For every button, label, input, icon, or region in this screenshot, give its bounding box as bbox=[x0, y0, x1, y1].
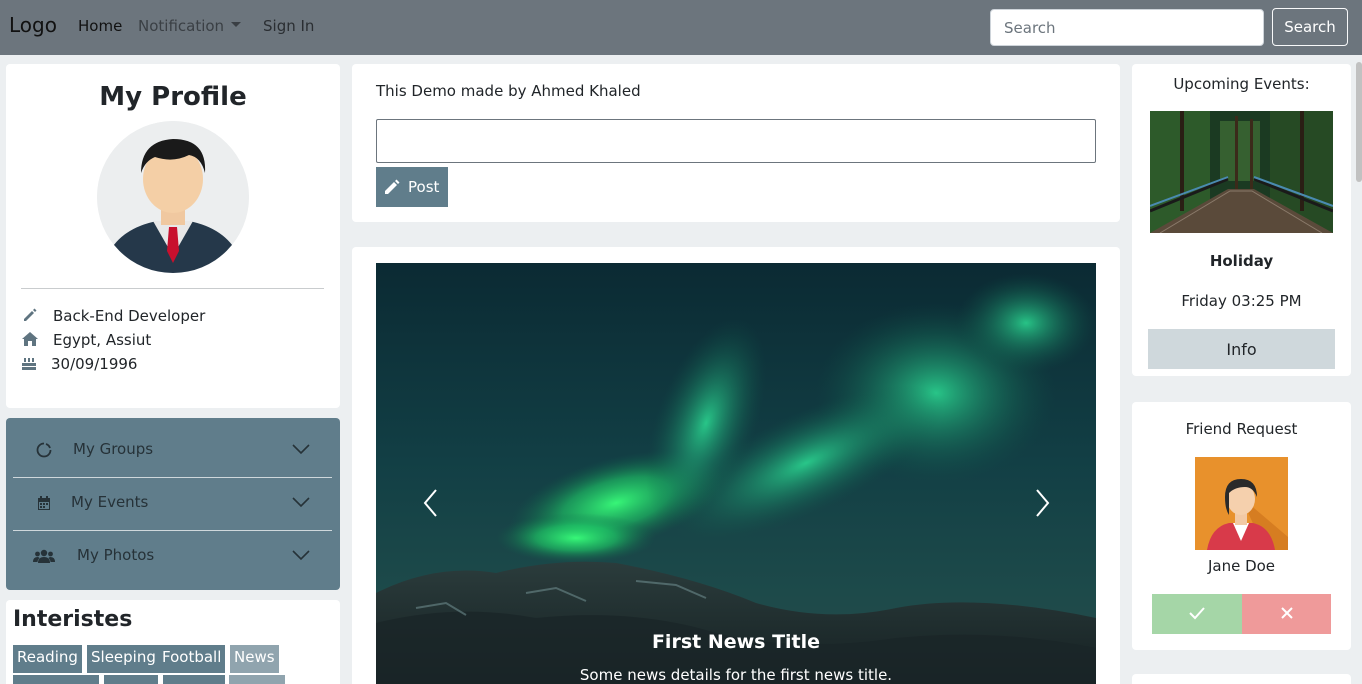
interest-tag-overflow[interactable] bbox=[104, 675, 158, 684]
demo-credit-text: This Demo made by Ahmed Khaled bbox=[376, 82, 641, 100]
interest-tag-overflow[interactable] bbox=[13, 675, 99, 684]
event-info-button[interactable]: Info bbox=[1148, 329, 1335, 369]
profile-birthday-row: 30/09/1996 bbox=[21, 355, 137, 373]
event-image bbox=[1150, 111, 1333, 233]
upcoming-events-title: Upcoming Events: bbox=[1173, 75, 1310, 93]
news-carousel-card: First News Title Some news details for t… bbox=[352, 247, 1120, 684]
birthday-cake-icon bbox=[22, 358, 36, 370]
interest-tag-overflow[interactable] bbox=[229, 675, 285, 684]
friend-avatar bbox=[1195, 457, 1288, 550]
pencil-icon bbox=[385, 179, 400, 194]
profile-job-row: Back-End Developer bbox=[21, 307, 205, 325]
interests-title: Interistes bbox=[13, 607, 133, 632]
accordion-item-my-photos[interactable]: My Photos bbox=[13, 530, 332, 582]
users-icon bbox=[33, 549, 55, 563]
news-carousel: First News Title Some news details for t… bbox=[376, 263, 1096, 684]
profile-job: Back-End Developer bbox=[53, 307, 206, 325]
accordion-label-my-groups: My Groups bbox=[73, 440, 154, 458]
nav-home-link[interactable]: Home bbox=[78, 17, 122, 35]
profile-title: My Profile bbox=[99, 82, 247, 112]
post-button[interactable]: Post bbox=[376, 167, 448, 207]
nav-notification-dropdown[interactable]: Notification bbox=[138, 17, 242, 35]
interest-tag[interactable]: Reading bbox=[13, 645, 82, 673]
accordion-item-my-groups[interactable]: My Groups bbox=[13, 424, 332, 476]
post-composer-card: This Demo made by Ahmed Khaled Post bbox=[352, 64, 1120, 222]
profile-location-row: Egypt, Assiut bbox=[21, 331, 151, 349]
friend-name: Jane Doe bbox=[1207, 557, 1276, 575]
home-icon bbox=[22, 332, 38, 346]
interest-tag[interactable]: Football bbox=[158, 645, 226, 673]
calendar-icon bbox=[38, 496, 50, 510]
next-sidebar-card bbox=[1132, 674, 1351, 684]
close-icon bbox=[1280, 606, 1293, 619]
profile-card: My Profile Back-End Developer Egypt, Ass… bbox=[6, 64, 340, 408]
nav-sign-in-link[interactable]: Sign In bbox=[263, 17, 314, 35]
interests-card: Interistes Reading Sleeping Football New… bbox=[6, 600, 340, 684]
upcoming-events-card: Upcoming Events: Holiday Friday 03:25 PM… bbox=[1132, 64, 1351, 376]
post-input[interactable] bbox=[376, 119, 1096, 163]
check-icon bbox=[1189, 606, 1205, 619]
search-input[interactable] bbox=[990, 9, 1264, 46]
accordion-label-my-photos: My Photos bbox=[77, 546, 155, 564]
post-button-label: Post bbox=[408, 178, 440, 196]
brand-logo[interactable]: Logo bbox=[9, 13, 57, 37]
sidebar-accordion: My Groups My Events My Photos bbox=[6, 418, 340, 590]
accordion-item-my-events[interactable]: My Events bbox=[13, 477, 332, 529]
nav-notification-label: Notification bbox=[138, 17, 225, 35]
page-scrollbar[interactable] bbox=[1356, 62, 1362, 182]
interest-tag-overflow[interactable] bbox=[163, 675, 225, 684]
carousel-next-icon[interactable] bbox=[1032, 488, 1052, 518]
event-time: Friday 03:25 PM bbox=[1181, 292, 1302, 310]
event-name: Holiday bbox=[1209, 252, 1274, 270]
decline-request-button[interactable] bbox=[1242, 594, 1331, 634]
friend-request-card: Friend Request Jane Doe bbox=[1132, 402, 1351, 650]
aurora-slide-image bbox=[376, 263, 1096, 684]
profile-avatar bbox=[97, 121, 249, 273]
profile-divider bbox=[21, 288, 324, 289]
interest-tag[interactable]: Sleeping bbox=[87, 645, 160, 673]
chevron-down-icon bbox=[292, 444, 310, 455]
slide-title: First News Title bbox=[651, 631, 821, 653]
profile-location: Egypt, Assiut bbox=[53, 331, 152, 349]
accept-request-button[interactable] bbox=[1152, 594, 1242, 634]
caret-down-icon bbox=[231, 22, 242, 27]
chevron-down-icon bbox=[292, 497, 310, 508]
profile-birthday: 30/09/1996 bbox=[51, 355, 138, 373]
navbar: Logo Home Notification Sign In Search bbox=[0, 0, 1362, 55]
interest-tag[interactable]: News bbox=[230, 645, 279, 673]
circle-notch-icon bbox=[36, 442, 52, 458]
search-button[interactable]: Search bbox=[1272, 8, 1348, 46]
chevron-down-icon bbox=[292, 550, 310, 561]
slide-caption: Some news details for the first news tit… bbox=[579, 666, 893, 684]
carousel-prev-icon[interactable] bbox=[421, 488, 441, 518]
accordion-label-my-events: My Events bbox=[71, 493, 149, 511]
pencil-icon bbox=[24, 308, 37, 321]
friend-request-title: Friend Request bbox=[1185, 420, 1298, 438]
